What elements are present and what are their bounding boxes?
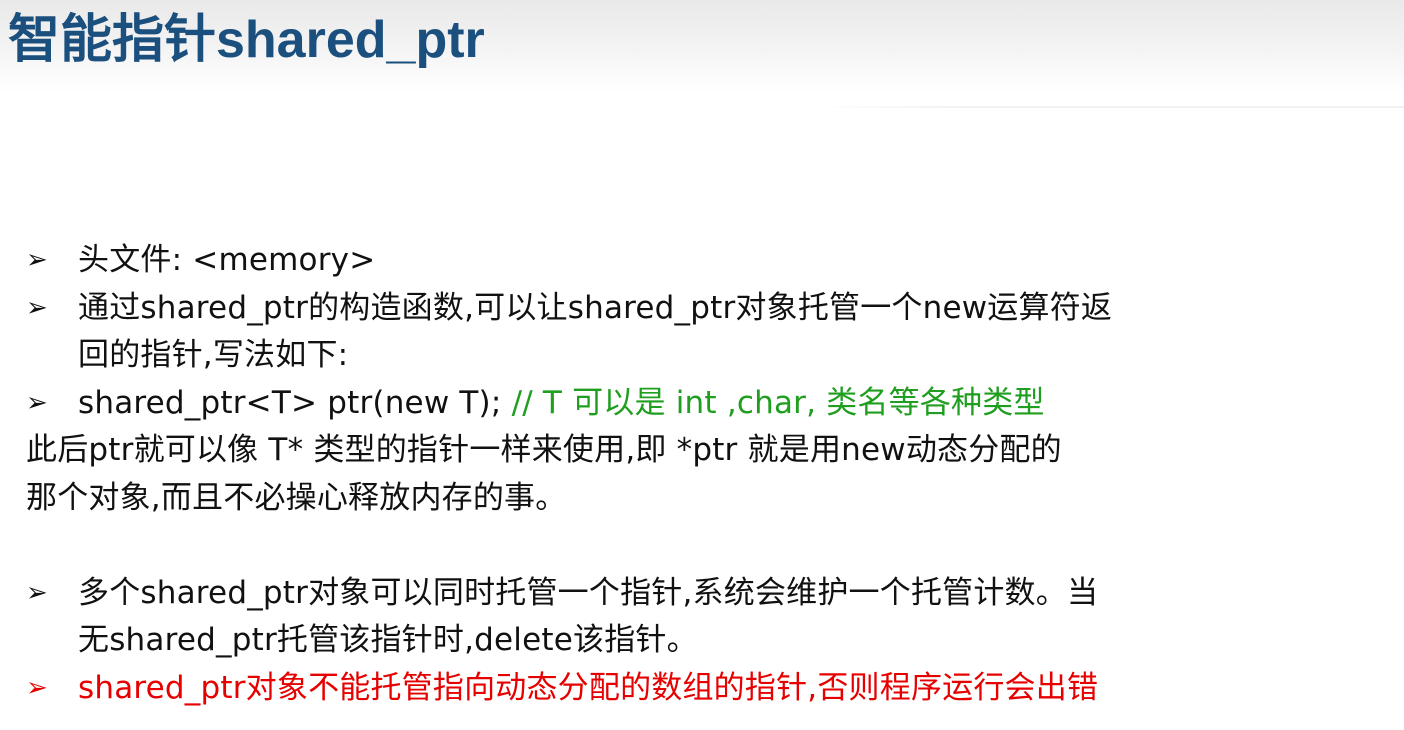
title-divider (818, 106, 1404, 108)
bullet-arrow-icon: ➢ (26, 245, 48, 275)
paragraph-text: 此后ptr就可以像 T* 类型的指针一样来使用,即 *ptr 就是用new动态分… (26, 432, 1062, 468)
bullet-text: 通过shared_ptr的构造函数,可以让shared_ptr对象托管一个new… (78, 289, 1113, 326)
bullet-arrow-icon: ➢ (26, 577, 48, 608)
bullet-arrow-icon: ➢ (26, 672, 48, 703)
bullet-text: shared_ptr对象不能托管指向动态分配的数组的指针,否则程序运行会出错 (78, 669, 1099, 706)
paragraph-text: 那个对象,而且不必操心释放内存的事。 (26, 479, 567, 516)
code-comment: // T 可以是 int ,char, 类名等各种类型 (511, 384, 1045, 421)
bullet-shared-count-continued: 无shared_ptr托管该指针时,delete该指针。 (26, 617, 1396, 665)
bullet-array-warning: ➢ shared_ptr对象不能托管指向动态分配的数组的指针,否则程序运行会出错 (26, 665, 1396, 713)
code-text: shared_ptr<T> ptr(new T); (78, 384, 512, 421)
bullet-text: 回的指针,写法如下: (78, 337, 349, 373)
bullet-text: 多个shared_ptr对象可以同时托管一个指针,系统会维护一个托管计数。当 (78, 574, 1099, 611)
paragraph-line: 那个对象,而且不必操心释放内存的事。 (26, 475, 1396, 523)
bullet-text: 无shared_ptr托管该指针时,delete该指针。 (78, 622, 698, 658)
bullet-code-example: ➢ shared_ptr<T> ptr(new T); // T 可以是 int … (26, 380, 1396, 428)
bullet-constructor-continued: 回的指针,写法如下: (26, 332, 1396, 380)
bullet-arrow-icon: ➢ (26, 387, 48, 418)
bullet-arrow-icon: ➢ (26, 292, 48, 323)
paragraph-line: 此后ptr就可以像 T* 类型的指针一样来使用,即 *ptr 就是用new动态分… (26, 427, 1396, 475)
bullet-constructor: ➢ 通过shared_ptr的构造函数,可以让shared_ptr对象托管一个ne… (26, 285, 1396, 333)
slide-title: 智能指针shared_ptr (8, 11, 485, 69)
bullet-text: 头文件: <memory> (78, 242, 376, 278)
bullet-shared-count: ➢ 多个shared_ptr对象可以同时托管一个指针,系统会维护一个托管计数。当 (26, 570, 1396, 618)
bullet-header-file: ➢ 头文件: <memory> (26, 237, 1396, 285)
slide-content: ➢ 头文件: <memory> ➢ 通过shared_ptr的构造函数,可以让sha… (26, 237, 1396, 712)
